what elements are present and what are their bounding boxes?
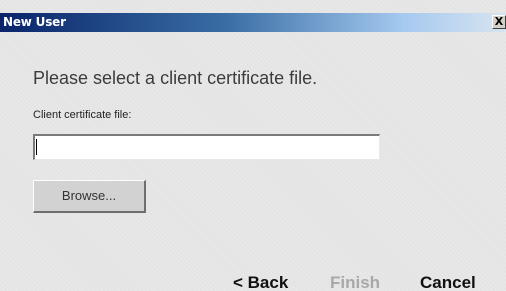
title-bar[interactable]: New User X: [0, 13, 506, 32]
instruction-text: Please select a client certificate file.: [33, 68, 318, 88]
certificate-field-label: Client certificate file:: [33, 109, 132, 121]
back-button[interactable]: < Back: [233, 273, 288, 291]
window-title: New User: [3, 15, 66, 29]
browse-button[interactable]: Browse...: [33, 180, 146, 213]
certificate-file-input[interactable]: [33, 134, 380, 160]
new-user-dialog: New User X Please select a client certif…: [0, 0, 506, 291]
close-button[interactable]: X: [492, 15, 506, 29]
text-caret: [36, 139, 37, 155]
finish-button[interactable]: Finish: [330, 273, 380, 291]
cancel-button[interactable]: Cancel: [420, 273, 476, 291]
close-icon: X: [494, 15, 504, 28]
